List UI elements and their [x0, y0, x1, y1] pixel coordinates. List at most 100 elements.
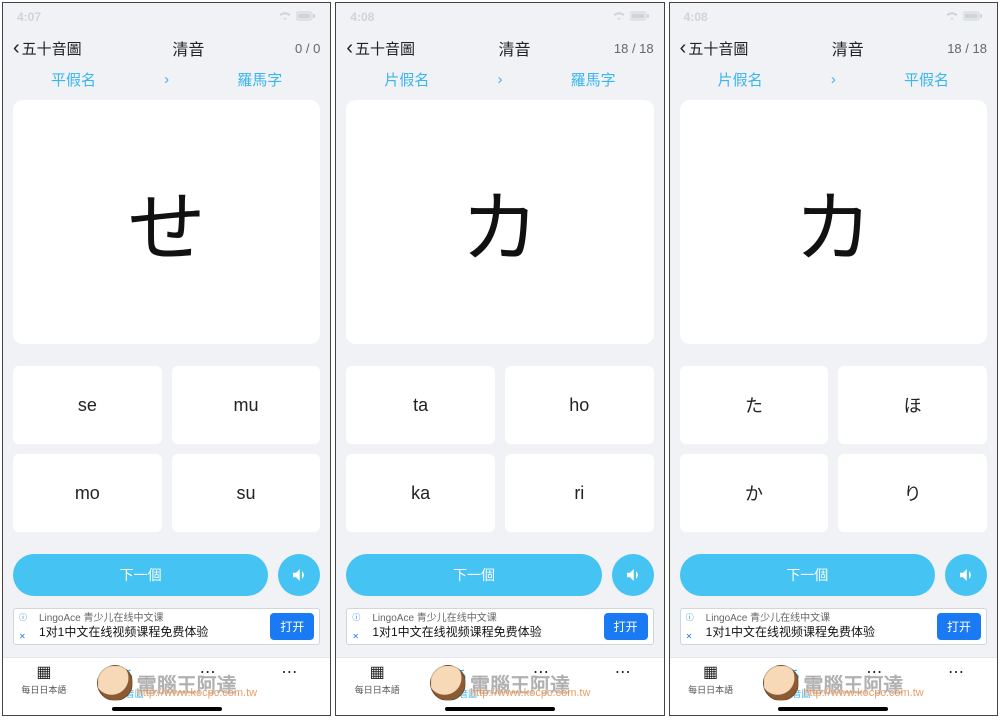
status-bar: 4:08: [336, 3, 663, 31]
answer-option-3[interactable]: か: [680, 454, 829, 532]
back-label: 五十音圖: [22, 38, 82, 59]
tab-label: 每日日本語: [355, 683, 400, 696]
screen-2: 4:08 ‹ 五十音圖 清音 18 / 18 片假名 › 羅馬字 カ ta ho…: [335, 2, 664, 716]
tab-icon: ⋯: [948, 662, 964, 682]
answer-option-4[interactable]: り: [838, 454, 987, 532]
answer-option-1[interactable]: ta: [346, 366, 495, 444]
answer-grid: た ほ か り: [680, 366, 987, 532]
mode-to[interactable]: 羅馬字: [571, 69, 616, 90]
mode-to[interactable]: 羅馬字: [237, 69, 282, 90]
tab-daily[interactable]: ▦每日日本語: [336, 658, 418, 715]
ad-line2: 1对1中文在线视频课程免费体验: [39, 625, 264, 641]
back-label: 五十音圖: [688, 38, 748, 59]
ad-cta-button[interactable]: 打开: [604, 613, 648, 640]
wifi-icon: [612, 10, 626, 24]
tab-4[interactable]: ⋯: [915, 658, 997, 715]
ad-info-icon: ⓘ✕: [19, 612, 33, 641]
tab-daily[interactable]: ▦ 每日日本語: [3, 658, 85, 715]
home-indicator[interactable]: [778, 707, 888, 711]
tab-icon: ⋯: [866, 662, 882, 682]
flash-card[interactable]: カ: [346, 100, 653, 344]
progress-counter: 18 / 18: [614, 41, 654, 56]
ad-line1: LingoAce 青少儿在线中文课: [706, 612, 931, 625]
calendar-icon: ▦: [703, 662, 718, 682]
page-title: 清音: [832, 36, 864, 60]
wifi-icon: [278, 10, 292, 24]
status-time: 4:08: [350, 10, 374, 24]
mode-to[interactable]: 平假名: [904, 69, 949, 90]
status-bar: 4:07: [3, 3, 330, 31]
chevron-right-icon: ›: [497, 71, 502, 88]
screen-3: 4:08 ‹ 五十音圖 清音 18 / 18 片假名 › 平假名 カ た ほ か…: [669, 2, 998, 716]
ad-banner[interactable]: ⓘ✕ LingoAce 青少儿在线中文课 1对1中文在线视频课程免费体验 打开: [346, 608, 653, 645]
speaker-icon: [624, 566, 642, 584]
wifi-icon: [945, 10, 959, 24]
status-time: 4:07: [17, 10, 41, 24]
mode-from[interactable]: 片假名: [384, 69, 429, 90]
next-button[interactable]: 下一個: [680, 554, 935, 596]
ad-line2: 1对1中文在线视频课程免费体验: [706, 625, 931, 641]
answer-option-2[interactable]: mu: [172, 366, 321, 444]
progress-counter: 0 / 0: [295, 41, 320, 56]
status-right: [612, 10, 650, 24]
nav-header: ‹ 五十音圖 清音 18 / 18: [670, 31, 997, 65]
answer-option-1[interactable]: た: [680, 366, 829, 444]
answer-option-1[interactable]: se: [13, 366, 162, 444]
tab-icon: ⋯: [200, 662, 216, 682]
battery-icon: [963, 10, 983, 24]
nav-header: ‹ 五十音圖 清音 0 / 0: [3, 31, 330, 65]
tab-icon: ⋯: [615, 662, 631, 682]
sound-button[interactable]: [945, 554, 987, 596]
tab-label: 五十音圖: [441, 687, 477, 700]
ad-cta-button[interactable]: 打开: [270, 613, 314, 640]
ad-banner[interactable]: ⓘ✕ LingoAce 青少儿在线中文课 1对1中文在线视频课程免费体验 打开: [680, 608, 987, 645]
answer-option-4[interactable]: su: [172, 454, 321, 532]
status-time: 4:08: [684, 10, 708, 24]
ad-info-icon: ⓘ✕: [352, 612, 366, 641]
nav-header: ‹ 五十音圖 清音 18 / 18: [336, 31, 663, 65]
flash-card[interactable]: カ: [680, 100, 987, 344]
tab-icon: ⋯: [533, 662, 549, 682]
answer-grid: se mu mo su: [13, 366, 320, 532]
chevron-right-icon: ›: [831, 71, 836, 88]
mode-row: 平假名 › 羅馬字: [3, 65, 330, 94]
calendar-icon: ▦: [370, 662, 385, 682]
card-glyph: カ: [794, 166, 872, 278]
answer-option-3[interactable]: ka: [346, 454, 495, 532]
mode-row: 片假名 › 平假名: [670, 65, 997, 94]
mode-row: 片假名 › 羅馬字: [336, 65, 663, 94]
sound-button[interactable]: [612, 554, 654, 596]
battery-icon: [296, 10, 316, 24]
answer-option-2[interactable]: ほ: [838, 366, 987, 444]
tab-4[interactable]: ⋯: [248, 658, 330, 715]
mode-from[interactable]: 平假名: [51, 69, 96, 90]
tab-daily[interactable]: ▦每日日本語: [670, 658, 752, 715]
ad-cta-button[interactable]: 打开: [937, 613, 981, 640]
back-button[interactable]: ‹ 五十音圖: [13, 37, 82, 60]
ad-line1: LingoAce 青少儿在线中文课: [372, 612, 597, 625]
kana-icon: あ: [118, 662, 134, 686]
status-right: [945, 10, 983, 24]
answer-option-4[interactable]: ri: [505, 454, 654, 532]
next-button[interactable]: 下一個: [13, 554, 268, 596]
mode-from[interactable]: 片假名: [718, 69, 763, 90]
page-title: 清音: [172, 36, 204, 60]
home-indicator[interactable]: [112, 707, 222, 711]
next-button[interactable]: 下一個: [346, 554, 601, 596]
ad-text: LingoAce 青少儿在线中文课 1对1中文在线视频课程免费体验: [39, 612, 264, 641]
flash-card[interactable]: せ: [13, 100, 320, 344]
back-button[interactable]: ‹ 五十音圖: [680, 37, 749, 60]
kana-icon: あ: [784, 662, 800, 686]
chevron-left-icon: ‹: [346, 37, 353, 60]
ad-text: LingoAce 青少儿在线中文课 1对1中文在线视频课程免费体验: [706, 612, 931, 641]
tab-label: 五十音圖: [774, 687, 810, 700]
chevron-left-icon: ‹: [680, 37, 687, 60]
answer-option-2[interactable]: ho: [505, 366, 654, 444]
home-indicator[interactable]: [445, 707, 555, 711]
answer-option-3[interactable]: mo: [13, 454, 162, 532]
tab-4[interactable]: ⋯: [582, 658, 664, 715]
page-title: 清音: [498, 36, 530, 60]
ad-banner[interactable]: ⓘ✕ LingoAce 青少儿在线中文课 1对1中文在线视频课程免费体验 打开: [13, 608, 320, 645]
back-button[interactable]: ‹ 五十音圖: [346, 37, 415, 60]
sound-button[interactable]: [278, 554, 320, 596]
